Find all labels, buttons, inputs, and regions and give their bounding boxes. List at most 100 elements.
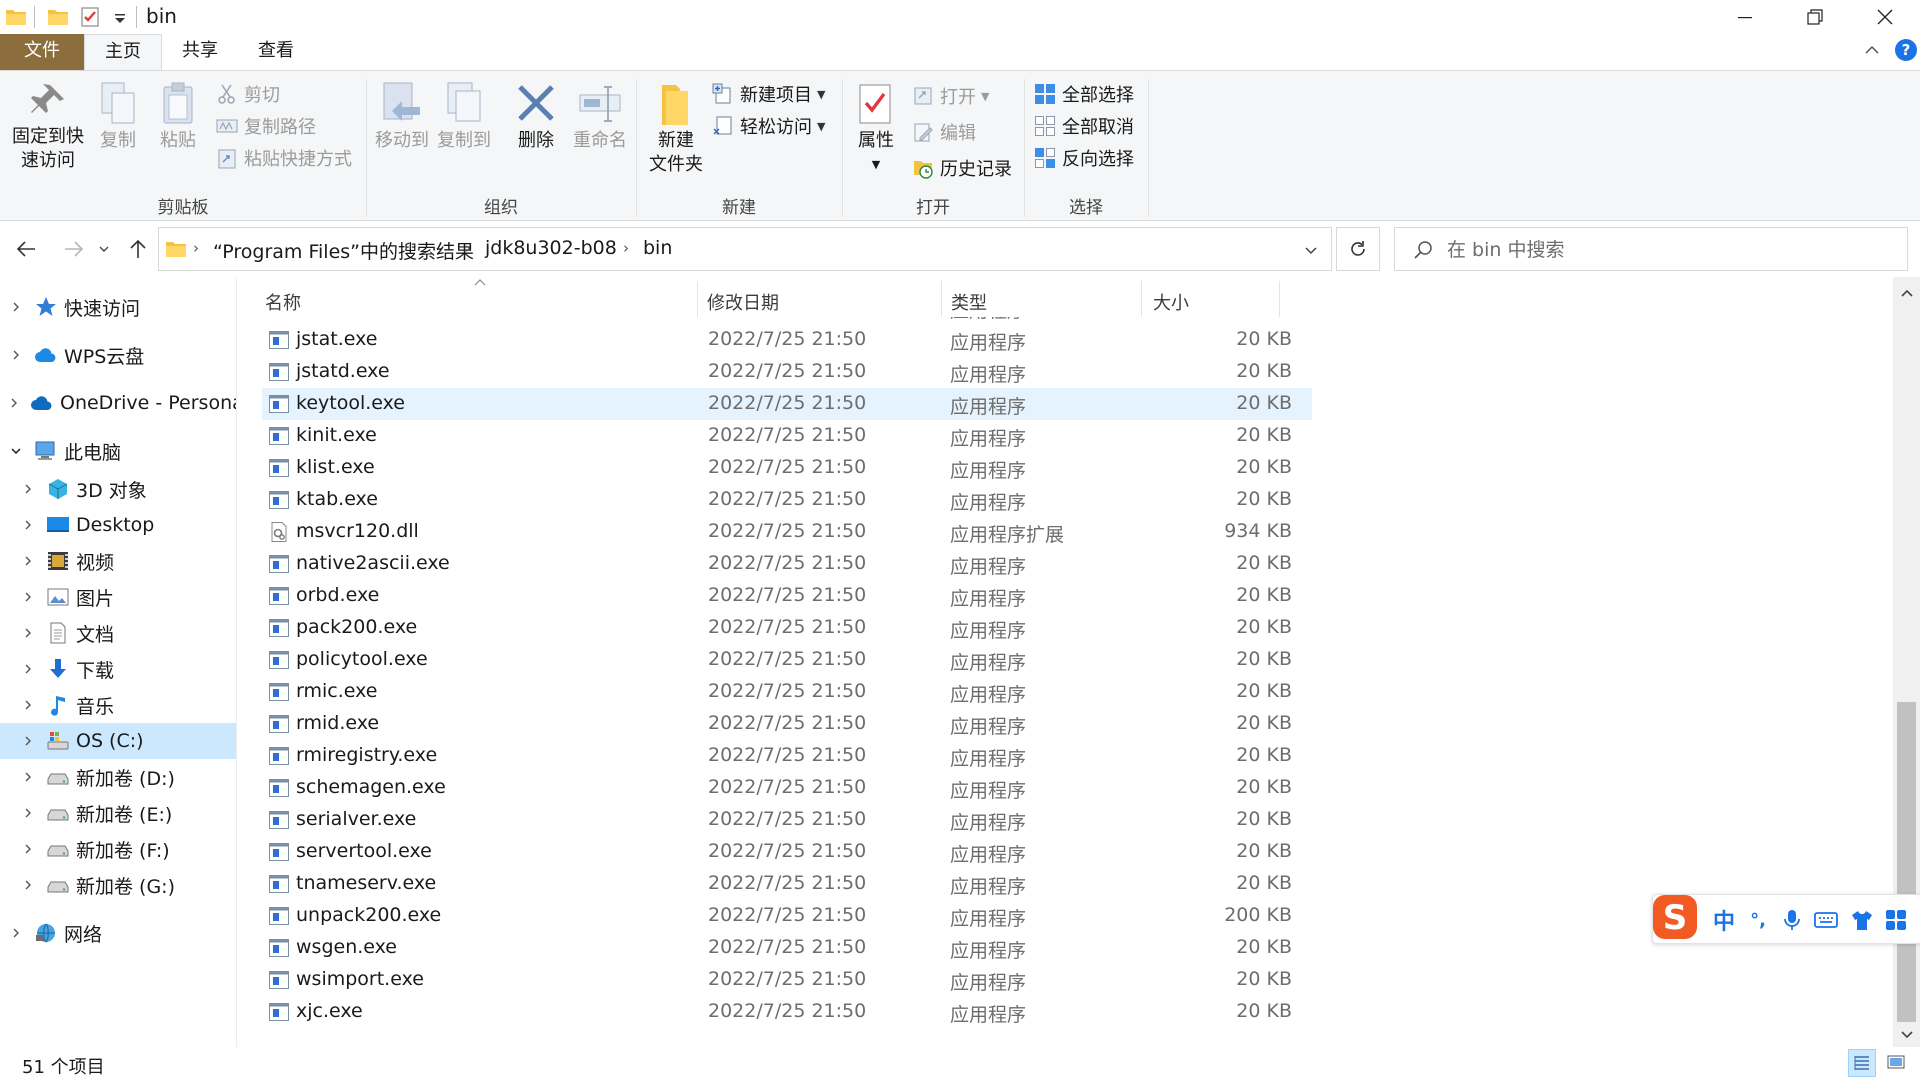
column-header-type[interactable]: 类型 [951, 289, 987, 315]
chevron-right-icon[interactable] [8, 925, 24, 941]
nav-tree-item[interactable]: 音乐 [0, 687, 236, 723]
move-to-button[interactable]: 移动到 [372, 81, 432, 153]
pin-quick-access-button[interactable]: 固定到快 速访问 [8, 81, 88, 173]
nav-tree-item[interactable]: 网络 [0, 915, 236, 951]
file-row[interactable]: schemagen.exe 2022/7/25 21:50 应用程序 20 KB [262, 772, 1312, 804]
forward-button[interactable] [58, 233, 90, 265]
delete-button[interactable]: 删除 [508, 81, 564, 153]
nav-tree-item[interactable]: 图片 [0, 579, 236, 615]
file-row[interactable]: wsgen.exe 2022/7/25 21:50 应用程序 20 KB [262, 932, 1312, 964]
rename-button[interactable]: 重命名 [570, 81, 630, 153]
chevron-right-icon[interactable] [8, 299, 24, 315]
chevron-right-icon[interactable] [20, 877, 36, 893]
file-row[interactable]: tnameserv.exe 2022/7/25 21:50 应用程序 20 KB [262, 868, 1312, 900]
nav-tree-item[interactable]: OS (C:) [0, 723, 236, 759]
tab-share[interactable]: 共享 [164, 34, 236, 70]
column-resize-handle[interactable] [1141, 281, 1142, 317]
up-button[interactable] [122, 233, 154, 265]
back-button[interactable] [10, 233, 42, 265]
folder-icon[interactable] [46, 5, 70, 29]
nav-tree-item[interactable]: 此电脑 [0, 433, 236, 469]
breadcrumb-separator-icon[interactable]: › [193, 239, 199, 257]
ime-punctuation-toggle[interactable]: °, [1743, 905, 1773, 935]
minimize-button[interactable] [1710, 0, 1780, 34]
paste-button[interactable]: 粘贴 [154, 81, 202, 153]
breadcrumb-bin[interactable]: bin [643, 237, 672, 259]
nav-tree-item[interactable]: 新加卷 (E:) [0, 795, 236, 831]
column-resize-handle[interactable] [1279, 281, 1280, 317]
file-row[interactable]: unpack200.exe 2022/7/25 21:50 应用程序 200 KB [262, 900, 1312, 932]
breadcrumb-separator-icon[interactable]: › [465, 239, 471, 257]
file-row[interactable]: policytool.exe 2022/7/25 21:50 应用程序 20 KB [262, 644, 1312, 676]
chevron-right-icon[interactable] [20, 841, 36, 857]
chevron-right-icon[interactable] [20, 733, 36, 749]
scroll-thumb[interactable] [1897, 702, 1916, 1022]
copy-button[interactable]: 复制 [94, 81, 142, 153]
chevron-right-icon[interactable] [8, 347, 24, 363]
keyboard-icon[interactable] [1811, 905, 1841, 935]
file-row[interactable]: serialver.exe 2022/7/25 21:50 应用程序 20 KB [262, 804, 1312, 836]
file-row[interactable]: ktab.exe 2022/7/25 21:50 应用程序 20 KB [262, 484, 1312, 516]
toolbox-icon[interactable] [1881, 905, 1911, 935]
refresh-button[interactable] [1336, 227, 1380, 271]
tab-view[interactable]: 查看 [240, 34, 312, 70]
invert-selection-button[interactable]: 反向选择 [1034, 143, 1134, 173]
new-folder-button[interactable]: 新建 文件夹 [642, 81, 710, 177]
chevron-right-icon[interactable] [20, 553, 36, 569]
address-history-chevron-icon[interactable] [1303, 242, 1319, 258]
easy-access-button[interactable]: 轻松访问 ▼ [712, 111, 825, 141]
scroll-down-icon[interactable] [1899, 1029, 1915, 1041]
chevron-right-icon[interactable] [20, 481, 36, 497]
select-none-button[interactable]: 全部取消 [1034, 111, 1134, 141]
nav-tree-item[interactable]: 快速访问 [0, 289, 236, 325]
search-input[interactable] [1445, 236, 1889, 264]
file-row[interactable]: xjc.exe 2022/7/25 21:50 应用程序 20 KB [262, 996, 1312, 1028]
file-row[interactable]: jstat.exe 2022/7/25 21:50 应用程序 20 KB [262, 324, 1312, 356]
open-button[interactable]: 打开 ▼ [912, 81, 989, 111]
chevron-right-icon[interactable] [8, 395, 20, 411]
file-row[interactable]: jstatd.exe 2022/7/25 21:50 应用程序 20 KB [262, 356, 1312, 388]
paste-shortcut-button[interactable]: 粘贴快捷方式 [216, 143, 352, 173]
chevron-right-icon[interactable] [20, 661, 36, 677]
tab-file[interactable]: 文件 [0, 34, 84, 70]
sogou-logo-icon[interactable]: S [1649, 891, 1701, 943]
file-row[interactable]: rmiregistry.exe 2022/7/25 21:50 应用程序 20 KB [262, 740, 1312, 772]
help-icon[interactable]: ? [1894, 38, 1918, 62]
column-header-name[interactable]: 名称 [265, 289, 301, 315]
file-row[interactable]: keytool.exe 2022/7/25 21:50 应用程序 20 KB [262, 388, 1312, 420]
new-item-button[interactable]: 新建项目 ▼ [712, 79, 825, 109]
nav-tree-item[interactable]: 下载 [0, 651, 236, 687]
file-row[interactable]: native2ascii.exe 2022/7/25 21:50 应用程序 20 KB [262, 548, 1312, 580]
chevron-right-icon[interactable] [20, 517, 36, 533]
nav-tree-item[interactable]: 3D 对象 [0, 471, 236, 507]
details-view-button[interactable] [1848, 1049, 1876, 1077]
ime-mode-toggle[interactable]: 中 [1709, 905, 1739, 935]
skin-icon[interactable] [1847, 905, 1877, 935]
nav-tree-item[interactable]: 新加卷 (G:) [0, 867, 236, 903]
file-row[interactable]: wsimport.exe 2022/7/25 21:50 应用程序 20 KB [262, 964, 1312, 996]
file-row[interactable]: kinit.exe 2022/7/25 21:50 应用程序 20 KB [262, 420, 1312, 452]
column-resize-handle[interactable] [941, 281, 942, 317]
chevron-right-icon[interactable] [20, 625, 36, 641]
history-button[interactable]: 历史记录 [912, 153, 1012, 183]
properties-button[interactable]: 属性 ▼ [848, 81, 904, 177]
breadcrumb-search-results[interactable]: “Program Files”中的搜索结果 [213, 237, 474, 264]
search-box[interactable] [1394, 227, 1908, 271]
file-row[interactable]: orbd.exe 2022/7/25 21:50 应用程序 20 KB [262, 580, 1312, 612]
chevron-right-icon[interactable] [20, 697, 36, 713]
nav-tree-item[interactable]: 新加卷 (D:) [0, 759, 236, 795]
recent-locations-button[interactable] [94, 233, 114, 265]
copy-to-button[interactable]: 复制到 [434, 81, 494, 153]
close-button[interactable] [1850, 0, 1920, 34]
collapse-ribbon-icon[interactable] [1862, 40, 1882, 60]
ime-toolbar[interactable]: S 中 °, [1652, 894, 1920, 944]
nav-tree-item[interactable]: Desktop [0, 507, 236, 543]
file-row[interactable]: msvcr120.dll 2022/7/25 21:50 应用程序扩展 934 KB [262, 516, 1312, 548]
file-row[interactable]: servertool.exe 2022/7/25 21:50 应用程序 20 KB [262, 836, 1312, 868]
file-row[interactable]: klist.exe 2022/7/25 21:50 应用程序 20 KB [262, 452, 1312, 484]
file-row[interactable]: pack200.exe 2022/7/25 21:50 应用程序 20 KB [262, 612, 1312, 644]
restore-button[interactable] [1780, 0, 1850, 34]
file-row[interactable]: rmid.exe 2022/7/25 21:50 应用程序 20 KB [262, 708, 1312, 740]
cut-button[interactable]: 剪切 [216, 79, 280, 109]
breadcrumb-separator-icon[interactable]: › [623, 239, 629, 257]
